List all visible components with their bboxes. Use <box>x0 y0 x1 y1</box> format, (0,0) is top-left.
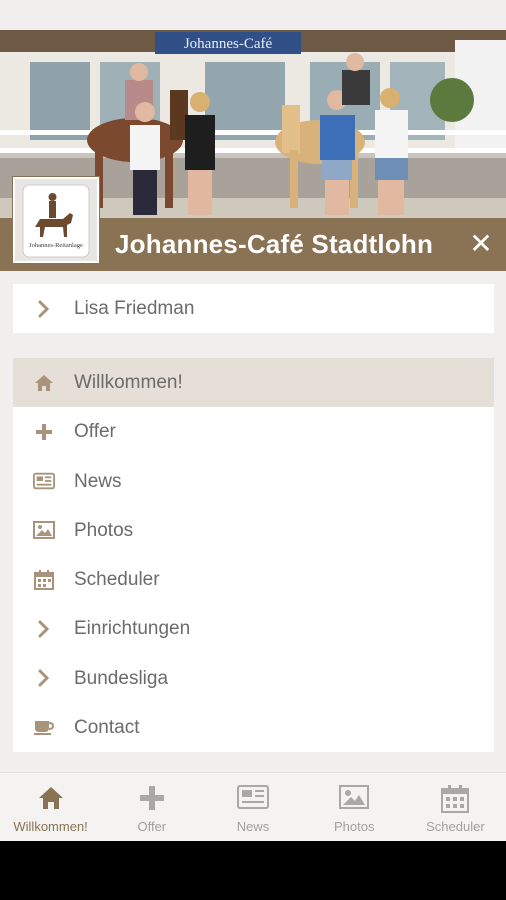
menu-item-label: Einrichtungen <box>74 618 191 640</box>
user-name: Lisa Friedman <box>74 298 195 319</box>
tab-photos[interactable]: Photos <box>304 773 405 841</box>
image-icon <box>304 785 405 813</box>
tab-news[interactable]: News <box>202 773 303 841</box>
tab-offer[interactable]: Offer <box>101 773 202 841</box>
menu-item-photos[interactable]: Photos <box>13 506 494 555</box>
menu-item-label: News <box>74 470 122 492</box>
menu-item-offer[interactable]: Offer <box>13 407 494 456</box>
chevron-right-icon <box>33 654 55 703</box>
plus-icon <box>101 785 202 813</box>
home-icon <box>33 358 55 407</box>
menu-item-bundesliga[interactable]: Bundesliga <box>13 654 494 703</box>
close-button[interactable]: ✕ <box>466 227 496 261</box>
plus-icon <box>33 407 55 456</box>
chevron-right-icon <box>33 604 55 653</box>
menu-item-label: Willkommen! <box>74 372 183 393</box>
tab-label: Scheduler <box>426 819 485 834</box>
bottom-tab-bar: Willkommen! Offer News Photos Scheduler <box>0 772 506 841</box>
side-menu: Willkommen! Offer News Photos Scheduler … <box>13 358 494 752</box>
menu-item-contact[interactable]: Contact <box>13 703 494 752</box>
menu-item-label: Bundesliga <box>74 667 169 689</box>
menu-item-label: Photos <box>74 519 134 541</box>
calendar-icon <box>33 555 55 604</box>
image-icon <box>33 506 55 555</box>
logo: Johannes-Reitanlage <box>13 177 99 263</box>
newspaper-icon <box>202 785 303 813</box>
menu-item-label: Offer <box>74 421 116 443</box>
menu-item-einrichtungen[interactable]: Einrichtungen <box>13 604 494 653</box>
logo-text: Johannes-Reitanlage <box>29 242 83 249</box>
user-account-row[interactable]: Lisa Friedman <box>13 284 494 333</box>
chevron-right-icon <box>33 284 55 333</box>
menu-item-news[interactable]: News <box>13 457 494 506</box>
newspaper-icon <box>33 457 55 506</box>
menu-item-label: Scheduler <box>74 569 160 590</box>
system-navigation-bar <box>0 841 506 900</box>
app-title: Johannes-Café Stadtlohn <box>115 229 434 259</box>
status-bar <box>0 0 506 30</box>
cafe-sign-text: Johannes-Café <box>184 36 273 52</box>
tab-willkommen[interactable]: Willkommen! <box>0 773 101 841</box>
menu-item-scheduler[interactable]: Scheduler <box>13 555 494 604</box>
home-icon <box>0 785 101 813</box>
menu-item-willkommen[interactable]: Willkommen! <box>13 358 494 408</box>
tab-label: Willkommen! <box>13 819 88 834</box>
close-icon: ✕ <box>469 228 493 259</box>
tab-label: Offer <box>137 819 167 834</box>
coffee-cup-icon <box>33 703 55 752</box>
menu-item-label: Contact <box>74 716 140 738</box>
tab-label: News <box>236 819 270 834</box>
calendar-icon <box>405 785 506 813</box>
tab-scheduler[interactable]: Scheduler <box>405 773 506 841</box>
tab-label: Photos <box>333 819 375 834</box>
